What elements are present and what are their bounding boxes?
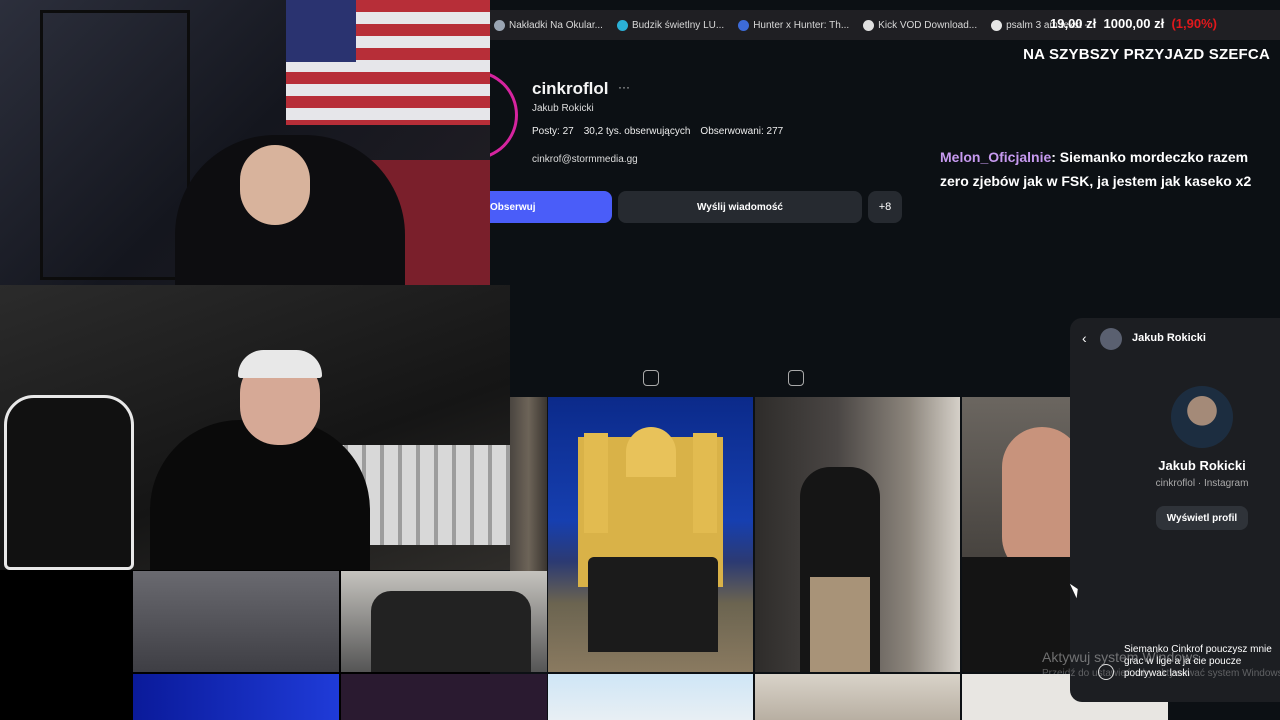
add-person-icon[interactable]: +8: [868, 191, 902, 223]
bookmark-icon: [616, 19, 628, 31]
photo-tower: [584, 433, 608, 533]
post-thumbnail[interactable]: [755, 397, 960, 672]
post-thumbnail[interactable]: [133, 674, 339, 720]
bookmark-icon: [738, 19, 750, 31]
bookmark-item[interactable]: Kick VOD Download...: [863, 19, 977, 31]
shelf: [40, 10, 190, 280]
donation-goal: 19,00 zł 1000,00 zł (1,90%): [1050, 16, 1217, 31]
webcam-streamer-2: [0, 285, 510, 570]
gaming-chair: [4, 395, 134, 570]
message-input[interactable]: Siemanko Cinkrof pouczysz mnie grac w li…: [1070, 640, 1280, 690]
post-thumbnail[interactable]: [341, 571, 547, 672]
tagged-icon[interactable]: [788, 370, 804, 386]
more-options-icon[interactable]: ···: [618, 80, 630, 94]
reels-icon[interactable]: [643, 370, 659, 386]
goal-target: 1000,00 zł: [1103, 16, 1165, 31]
dm-profile-avatar: [1171, 386, 1233, 448]
dm-profile-subtitle: cinkroflol · Instagram: [1155, 478, 1249, 489]
profile-username: cinkroflol: [532, 79, 609, 98]
photo-face: [1002, 427, 1070, 577]
flag-canton: [286, 0, 356, 62]
photo-people: [588, 557, 718, 652]
streamer-body: [150, 420, 370, 570]
profile-email[interactable]: cinkrof@stormmedia.gg: [532, 154, 638, 165]
bookmark-item[interactable]: Budzik świetlny LU...: [616, 19, 724, 31]
dm-header-name[interactable]: Jakub Rokicki: [1132, 332, 1206, 344]
streamer-face: [240, 145, 310, 225]
dm-profile-name: Jakub Rokicki: [1158, 458, 1246, 473]
dm-header-avatar: [1100, 328, 1122, 350]
view-profile-button[interactable]: Wyświetl profil: [1156, 506, 1248, 530]
post-thumbnail[interactable]: [962, 397, 1070, 672]
bookmark-item[interactable]: Hunter x Hunter: Th...: [738, 19, 849, 31]
windows-activation-watermark: Aktywuj system Windows: [1042, 649, 1200, 665]
goal-current: 19,00 zł: [1050, 16, 1097, 31]
profile-stats: Posty: 27 30,2 tys. obserwujących Obserw…: [532, 126, 783, 137]
goal-percent: (1,90%): [1171, 16, 1217, 31]
streamer-cap: [238, 350, 322, 378]
stream-chat-message: Melon_Oficjalnie: Siemanko mordeczko raz…: [940, 145, 1280, 193]
photo-group: [371, 591, 531, 672]
posts-count: Posty: 27: [532, 126, 574, 137]
post-thumbnail[interactable]: [341, 674, 547, 720]
send-message-button[interactable]: Wyślij wiadomość: [618, 191, 862, 223]
webcam-streamer-1: [0, 0, 490, 285]
bookmark-icon: [494, 19, 505, 31]
bookmark-item[interactable]: Nakładki Na Okular...: [494, 19, 603, 31]
photo-tower: [693, 433, 717, 533]
follow-button[interactable]: Obserwuj: [490, 191, 612, 223]
post-thumbnail[interactable]: [755, 674, 960, 720]
goal-title: NA SZYBSZY PRZYJAZD SZEFCA: [1023, 46, 1270, 63]
profile-full-name: Jakub Rokicki: [532, 103, 594, 114]
direct-message-panel: ‹ Jakub Rokicki Jakub Rokicki cinkroflol…: [1070, 318, 1280, 702]
post-thumbnail[interactable]: [548, 674, 753, 720]
chat-username: Melon_Oficjalnie: [940, 149, 1052, 165]
windows-activation-subtext: Przejdź do ustawień, aby aktywować syste…: [1042, 668, 1280, 679]
photo-pants: [810, 577, 870, 672]
bookmark-icon: [991, 19, 1003, 31]
bookmark-icon: [863, 19, 875, 31]
following-count[interactable]: Obserwowani: 277: [700, 126, 783, 137]
post-thumbnail[interactable]: [548, 397, 753, 672]
followers-count[interactable]: 30,2 tys. obserwujących: [584, 126, 691, 137]
back-chevron-icon[interactable]: ‹: [1082, 330, 1087, 346]
profile-tabs: [505, 370, 1065, 390]
photo-dome: [626, 427, 676, 477]
post-thumbnail[interactable]: [133, 571, 339, 672]
